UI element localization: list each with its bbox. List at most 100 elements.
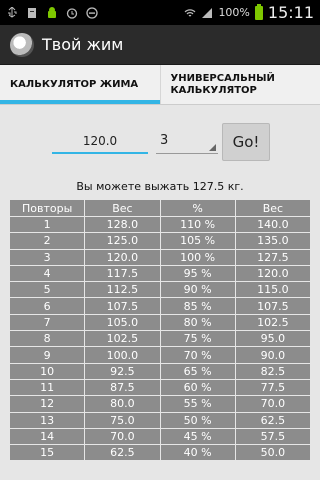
table-cell: 4 xyxy=(8,264,86,283)
do-not-disturb-icon xyxy=(86,6,98,19)
table-cell: 135.0 xyxy=(234,232,312,250)
table-cell: 10 xyxy=(8,362,86,380)
table-row: 4 117.5 95 % 120.0 xyxy=(8,264,312,283)
table-row: 12 80.0 55 % 70.0 xyxy=(8,395,312,413)
table-cell: 15 xyxy=(8,444,86,462)
notification-icons xyxy=(6,6,98,19)
table-cell: 70.0 xyxy=(84,427,161,446)
alarm-icon xyxy=(66,7,78,19)
wifi-icon xyxy=(185,8,196,17)
table-row: 14 70.0 45 % 57.5 xyxy=(8,427,312,446)
table-cell: 95 % xyxy=(159,264,236,283)
table-cell: 3 xyxy=(8,248,86,266)
header-weight: Вес xyxy=(84,199,161,217)
header-percent: % xyxy=(159,199,236,217)
table-row: 5 112.5 90 % 115.0 xyxy=(8,281,312,299)
table-cell: 12 xyxy=(8,395,86,413)
table-row: 2 125.0 105 % 135.0 xyxy=(8,232,312,250)
table-cell: 120.0 xyxy=(84,248,161,266)
table-cell: 102.5 xyxy=(84,330,161,348)
result-text: Вы можете выжать 127.5 кг. xyxy=(76,180,244,193)
results-body: 1 128.0 110 % 140.0 2 125.0 105 % 135.0 3 120.0 10… xyxy=(8,215,312,462)
table-cell: 80 % xyxy=(159,313,236,332)
table-cell: 5 xyxy=(8,281,86,299)
table-cell: 105 % xyxy=(159,232,236,250)
tab-label: УНИВЕРСАЛЬНЫЙ КАЛЬКУЛЯТОР xyxy=(170,72,275,96)
android-icon xyxy=(48,6,56,18)
table-cell: 107.5 xyxy=(84,297,161,315)
table-cell: 75 % xyxy=(159,330,236,348)
table-row: 3 120.0 100 % 127.5 xyxy=(8,248,312,266)
table-cell: 70.0 xyxy=(234,395,312,413)
table-cell: 62.5 xyxy=(234,411,312,429)
table-cell: 82.5 xyxy=(234,362,312,380)
calculator-panel: 3 Go! Вы можете выжать 127.5 кг. Повторы… xyxy=(0,105,320,480)
table-cell: 50 % xyxy=(159,411,236,429)
table-cell: 57.5 xyxy=(234,427,312,446)
table-row: 11 87.5 60 % 77.5 xyxy=(8,378,312,397)
weight-input[interactable] xyxy=(52,130,148,154)
tab-universal-calculator[interactable]: УНИВЕРСАЛЬНЫЙ КАЛЬКУЛЯТОР xyxy=(159,65,320,104)
table-cell: 60 % xyxy=(159,378,236,397)
table-cell: 45 % xyxy=(159,427,236,446)
table-row: 13 75.0 50 % 62.5 xyxy=(8,411,312,429)
table-cell: 125.0 xyxy=(84,232,161,250)
usb-icon xyxy=(8,6,17,18)
table-cell: 92.5 xyxy=(84,362,161,380)
tab-label: КАЛЬКУЛЯТОР ЖИМА xyxy=(10,78,139,90)
signal-icon xyxy=(202,7,213,18)
table-cell: 14 xyxy=(8,427,86,446)
table-row: 9 100.0 70 % 90.0 xyxy=(8,346,312,364)
reps-value: 3 xyxy=(160,133,169,148)
tab-bar: КАЛЬКУЛЯТОР ЖИМА УНИВЕРСАЛЬНЫЙ КАЛЬКУЛЯТ… xyxy=(0,65,320,105)
table-cell: 80.0 xyxy=(84,395,161,413)
table-row: 6 107.5 85 % 107.5 xyxy=(8,297,312,315)
table-cell: 87.5 xyxy=(84,378,161,397)
table-cell: 105.0 xyxy=(84,313,161,332)
table-row: 7 105.0 80 % 102.5 xyxy=(8,313,312,332)
table-cell: 65 % xyxy=(159,362,236,380)
table-cell: 95.0 xyxy=(234,330,312,348)
table-cell: 90 % xyxy=(159,281,236,299)
table-row: 8 102.5 75 % 95.0 xyxy=(8,330,312,348)
app-logo-icon[interactable] xyxy=(10,32,34,57)
table-cell: 77.5 xyxy=(234,378,312,397)
table-cell: 100 % xyxy=(159,248,236,266)
table-cell: 7 xyxy=(8,313,86,332)
table-cell: 6 xyxy=(8,297,86,315)
status-bar: 100% 15:11 xyxy=(0,0,320,25)
table-cell: 62.5 xyxy=(84,444,161,462)
tab-press-calculator[interactable]: КАЛЬКУЛЯТОР ЖИМА xyxy=(0,65,160,104)
table-row: 1 128.0 110 % 140.0 xyxy=(8,215,312,234)
system-icons: 100% 15:11 xyxy=(184,3,314,22)
table-cell: 115.0 xyxy=(234,281,312,299)
header-reps: Повторы xyxy=(8,199,86,217)
table-cell: 2 xyxy=(8,232,86,250)
table-cell: 102.5 xyxy=(234,313,312,332)
table-cell: 70 % xyxy=(159,346,236,364)
action-bar: Твой жим xyxy=(0,25,320,65)
document-icon xyxy=(28,7,36,18)
table-cell: 90.0 xyxy=(234,346,312,364)
table-cell: 140.0 xyxy=(234,215,312,234)
input-row: 3 Go! xyxy=(0,123,320,163)
battery-percentage: 100% xyxy=(218,6,250,19)
table-cell: 128.0 xyxy=(84,215,161,234)
go-button[interactable]: Go! xyxy=(222,123,270,161)
table-cell: 50.0 xyxy=(234,444,312,462)
table-cell: 85 % xyxy=(159,297,236,315)
table-cell: 1 xyxy=(8,215,86,234)
table-cell: 75.0 xyxy=(84,411,161,429)
header-weight-2: Вес xyxy=(234,199,312,217)
table-cell: 127.5 xyxy=(234,248,312,266)
table-cell: 55 % xyxy=(159,395,236,413)
reps-spinner[interactable]: 3 xyxy=(156,130,218,154)
battery-icon xyxy=(254,3,263,20)
spinner-arrow-icon xyxy=(209,144,216,151)
table-cell: 112.5 xyxy=(84,281,161,299)
table-cell: 120.0 xyxy=(234,264,312,283)
table-cell: 13 xyxy=(8,411,86,429)
clock: 15:11 xyxy=(267,3,314,22)
table-cell: 110 % xyxy=(159,215,236,234)
table-cell: 9 xyxy=(8,346,86,364)
